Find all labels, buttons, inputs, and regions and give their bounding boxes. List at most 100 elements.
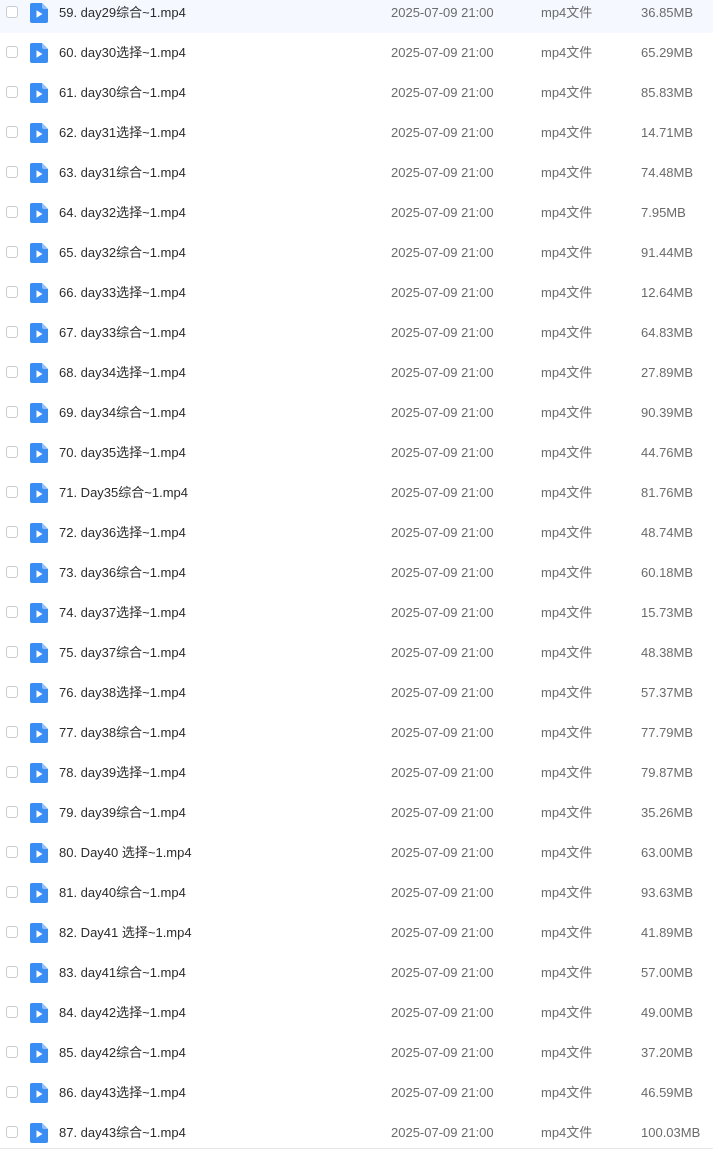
file-name[interactable]: 65. day32综合~1.mp4 <box>59 233 186 273</box>
row-checkbox[interactable] <box>6 446 18 458</box>
file-name[interactable]: 70. day35选择~1.mp4 <box>59 433 186 473</box>
file-name[interactable]: 87. day43综合~1.mp4 <box>59 1113 186 1153</box>
file-name[interactable]: 86. day43选择~1.mp4 <box>59 1073 186 1113</box>
file-name[interactable]: 69. day34综合~1.mp4 <box>59 393 186 433</box>
file-name[interactable]: 63. day31综合~1.mp4 <box>59 153 186 193</box>
row-checkbox[interactable] <box>6 806 18 818</box>
row-checkbox[interactable] <box>6 966 18 978</box>
file-row[interactable]: 70. day35选择~1.mp4 2025-07-09 21:00 mp4文件… <box>0 433 713 473</box>
video-file-icon <box>30 83 48 103</box>
file-name[interactable]: 81. day40综合~1.mp4 <box>59 873 186 913</box>
file-row[interactable]: 83. day41综合~1.mp4 2025-07-09 21:00 mp4文件… <box>0 953 713 993</box>
file-row[interactable]: 67. day33综合~1.mp4 2025-07-09 21:00 mp4文件… <box>0 313 713 353</box>
row-checkbox[interactable] <box>6 686 18 698</box>
file-row[interactable]: 78. day39选择~1.mp4 2025-07-09 21:00 mp4文件… <box>0 753 713 793</box>
file-name[interactable]: 82. Day41 选择~1.mp4 <box>59 913 192 953</box>
file-modified-date: 2025-07-09 21:00 <box>391 85 494 100</box>
file-row[interactable]: 73. day36综合~1.mp4 2025-07-09 21:00 mp4文件… <box>0 553 713 593</box>
row-checkbox[interactable] <box>6 646 18 658</box>
row-checkbox[interactable] <box>6 166 18 178</box>
row-checkbox[interactable] <box>6 246 18 258</box>
file-name[interactable]: 68. day34选择~1.mp4 <box>59 353 186 393</box>
row-checkbox[interactable] <box>6 86 18 98</box>
row-checkbox[interactable] <box>6 206 18 218</box>
row-checkbox[interactable] <box>6 766 18 778</box>
file-type: mp4文件 <box>541 245 593 260</box>
file-name[interactable]: 62. day31选择~1.mp4 <box>59 113 186 153</box>
file-name[interactable]: 83. day41综合~1.mp4 <box>59 953 186 993</box>
file-row[interactable]: 76. day38选择~1.mp4 2025-07-09 21:00 mp4文件… <box>0 673 713 713</box>
file-row[interactable]: 59. day29综合~1.mp4 2025-07-09 21:00 mp4文件… <box>0 0 713 33</box>
file-row[interactable]: 68. day34选择~1.mp4 2025-07-09 21:00 mp4文件… <box>0 353 713 393</box>
file-name[interactable]: 84. day42选择~1.mp4 <box>59 993 186 1033</box>
file-name[interactable]: 74. day37选择~1.mp4 <box>59 593 186 633</box>
video-file-icon <box>30 843 48 863</box>
file-row[interactable]: 61. day30综合~1.mp4 2025-07-09 21:00 mp4文件… <box>0 73 713 113</box>
file-row[interactable]: 72. day36选择~1.mp4 2025-07-09 21:00 mp4文件… <box>0 513 713 553</box>
file-row[interactable]: 62. day31选择~1.mp4 2025-07-09 21:00 mp4文件… <box>0 113 713 153</box>
row-checkbox[interactable] <box>6 886 18 898</box>
row-checkbox[interactable] <box>6 1126 18 1138</box>
file-row[interactable]: 60. day30选择~1.mp4 2025-07-09 21:00 mp4文件… <box>0 33 713 73</box>
file-name[interactable]: 80. Day40 选择~1.mp4 <box>59 833 192 873</box>
row-checkbox[interactable] <box>6 406 18 418</box>
row-checkbox[interactable] <box>6 1086 18 1098</box>
file-name[interactable]: 67. day33综合~1.mp4 <box>59 313 186 353</box>
file-row[interactable]: 63. day31综合~1.mp4 2025-07-09 21:00 mp4文件… <box>0 153 713 193</box>
file-row[interactable]: 69. day34综合~1.mp4 2025-07-09 21:00 mp4文件… <box>0 393 713 433</box>
file-name[interactable]: 78. day39选择~1.mp4 <box>59 753 186 793</box>
video-file-icon <box>30 963 48 983</box>
file-modified-date: 2025-07-09 21:00 <box>391 245 494 260</box>
file-row[interactable]: 80. Day40 选择~1.mp4 2025-07-09 21:00 mp4文… <box>0 833 713 873</box>
file-row[interactable]: 74. day37选择~1.mp4 2025-07-09 21:00 mp4文件… <box>0 593 713 633</box>
video-file-icon <box>30 243 48 263</box>
file-name[interactable]: 77. day38综合~1.mp4 <box>59 713 186 753</box>
file-name[interactable]: 79. day39综合~1.mp4 <box>59 793 186 833</box>
row-checkbox[interactable] <box>6 1006 18 1018</box>
row-checkbox[interactable] <box>6 46 18 58</box>
file-row[interactable]: 85. day42综合~1.mp4 2025-07-09 21:00 mp4文件… <box>0 1033 713 1073</box>
file-modified-date: 2025-07-09 21:00 <box>391 645 494 660</box>
row-checkbox[interactable] <box>6 566 18 578</box>
file-row[interactable]: 79. day39综合~1.mp4 2025-07-09 21:00 mp4文件… <box>0 793 713 833</box>
file-size: 64.83MB <box>641 325 694 340</box>
row-checkbox[interactable] <box>6 126 18 138</box>
file-size: 14.71MB <box>641 125 694 140</box>
file-name[interactable]: 61. day30综合~1.mp4 <box>59 73 186 113</box>
file-name[interactable]: 60. day30选择~1.mp4 <box>59 33 186 73</box>
file-row[interactable]: 84. day42选择~1.mp4 2025-07-09 21:00 mp4文件… <box>0 993 713 1033</box>
file-name[interactable]: 64. day32选择~1.mp4 <box>59 193 186 233</box>
file-row[interactable]: 86. day43选择~1.mp4 2025-07-09 21:00 mp4文件… <box>0 1073 713 1113</box>
row-checkbox[interactable] <box>6 1046 18 1058</box>
row-checkbox[interactable] <box>6 286 18 298</box>
file-name[interactable]: 72. day36选择~1.mp4 <box>59 513 186 553</box>
file-row[interactable]: 71. Day35综合~1.mp4 2025-07-09 21:00 mp4文件… <box>0 473 713 513</box>
row-checkbox[interactable] <box>6 486 18 498</box>
file-name[interactable]: 73. day36综合~1.mp4 <box>59 553 186 593</box>
file-row[interactable]: 81. day40综合~1.mp4 2025-07-09 21:00 mp4文件… <box>0 873 713 913</box>
row-checkbox[interactable] <box>6 6 18 18</box>
file-name[interactable]: 66. day33选择~1.mp4 <box>59 273 186 313</box>
file-name[interactable]: 59. day29综合~1.mp4 <box>59 0 186 33</box>
video-file-icon <box>30 363 48 383</box>
file-size: 81.76MB <box>641 485 694 500</box>
row-checkbox[interactable] <box>6 726 18 738</box>
file-row[interactable]: 66. day33选择~1.mp4 2025-07-09 21:00 mp4文件… <box>0 273 713 313</box>
row-checkbox[interactable] <box>6 326 18 338</box>
file-row[interactable]: 65. day32综合~1.mp4 2025-07-09 21:00 mp4文件… <box>0 233 713 273</box>
row-checkbox[interactable] <box>6 606 18 618</box>
file-row[interactable]: 75. day37综合~1.mp4 2025-07-09 21:00 mp4文件… <box>0 633 713 673</box>
file-name[interactable]: 85. day42综合~1.mp4 <box>59 1033 186 1073</box>
row-checkbox[interactable] <box>6 526 18 538</box>
file-name[interactable]: 75. day37综合~1.mp4 <box>59 633 186 673</box>
video-file-icon <box>30 723 48 743</box>
file-row[interactable]: 64. day32选择~1.mp4 2025-07-09 21:00 mp4文件… <box>0 193 713 233</box>
file-name[interactable]: 71. Day35综合~1.mp4 <box>59 473 188 513</box>
file-row[interactable]: 87. day43综合~1.mp4 2025-07-09 21:00 mp4文件… <box>0 1113 713 1153</box>
file-row[interactable]: 77. day38综合~1.mp4 2025-07-09 21:00 mp4文件… <box>0 713 713 753</box>
row-checkbox[interactable] <box>6 926 18 938</box>
file-row[interactable]: 82. Day41 选择~1.mp4 2025-07-09 21:00 mp4文… <box>0 913 713 953</box>
file-name[interactable]: 76. day38选择~1.mp4 <box>59 673 186 713</box>
row-checkbox[interactable] <box>6 846 18 858</box>
row-checkbox[interactable] <box>6 366 18 378</box>
